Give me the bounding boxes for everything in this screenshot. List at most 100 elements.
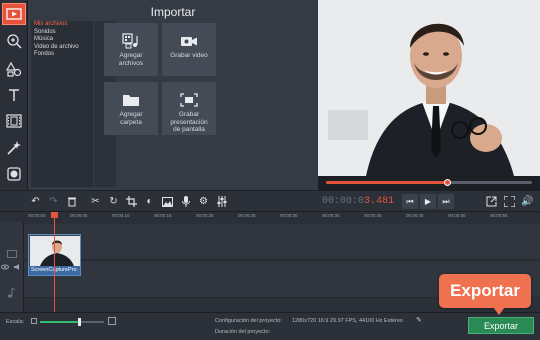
timecode-main: 00:00:0 (322, 196, 365, 207)
fullscreen-button[interactable] (502, 194, 517, 209)
text-tool-button[interactable] (2, 84, 26, 106)
zoom-in-icon[interactable] (108, 317, 116, 325)
export-callout: Exportar (439, 274, 531, 308)
add-files-label: Agregar archivos (118, 52, 144, 67)
text-icon (9, 89, 19, 101)
preview-progress-knob[interactable] (444, 179, 452, 186)
record-screen-label: Grabar presentación de pantalla (170, 111, 208, 133)
preview-player (318, 0, 540, 190)
image-button[interactable] (160, 194, 175, 209)
video-track-icon (7, 250, 17, 258)
gear-icon: ⚙ (199, 196, 208, 207)
timecode-ms: 3.481 (364, 196, 395, 207)
duration-label: Duración del proyecto: (215, 329, 271, 335)
add-files-button[interactable]: Agregar archivos (104, 23, 158, 76)
zoom-slider-knob[interactable] (78, 318, 82, 326)
detach-preview-button[interactable] (484, 194, 499, 209)
fullscreen-icon (504, 196, 515, 207)
category-stock-video[interactable]: Video de archivo (31, 44, 93, 52)
record-audio-button[interactable] (178, 194, 193, 209)
preview-image (318, 0, 540, 176)
config-label: Configuración del proyecto: (215, 318, 282, 324)
ruler-tick: 00:00:30 (280, 213, 298, 218)
screen-record-icon (180, 93, 198, 107)
equalizer-button[interactable] (214, 194, 229, 209)
category-sounds[interactable]: Sonidos (31, 29, 93, 37)
preview-progress-bar[interactable] (326, 179, 532, 186)
ruler-tick: 00:00:50 (448, 213, 466, 218)
video-track[interactable] (24, 224, 540, 260)
volume-button[interactable]: 🔊 (520, 194, 535, 209)
category-backgrounds[interactable]: Fondos (31, 51, 93, 59)
microphone-icon (181, 196, 190, 207)
image-icon (162, 196, 173, 207)
transitions-tool-button[interactable] (2, 110, 26, 132)
export-button[interactable]: Exportar (468, 317, 534, 334)
skip-forward-button[interactable]: ⏭ (438, 194, 454, 209)
redo-button[interactable]: ↷ (46, 194, 61, 209)
equalizer-icon (217, 196, 226, 207)
ruler-tick: 00:00:15 (154, 213, 172, 218)
add-files-icon (122, 33, 138, 49)
import-media-icon (6, 8, 22, 20)
add-folder-button[interactable]: Agregar carpeta (104, 82, 158, 135)
eye-icon[interactable] (1, 264, 9, 270)
cut-button[interactable]: ✂ (88, 194, 103, 209)
category-music[interactable]: Música (31, 36, 93, 44)
crop-icon (126, 196, 137, 207)
ruler-tick: 00:00:10 (112, 213, 130, 218)
wand-sparkle-icon (7, 141, 21, 155)
stickers-tool-button[interactable] (2, 163, 26, 185)
redo-icon: ↷ (49, 196, 58, 207)
ruler-tick: 00:00:35 (322, 213, 340, 218)
category-list: Mis archivos Sonidos Música Video de arc… (31, 21, 93, 187)
timeline-ruler[interactable]: 00:00:00 00:00:05 00:00:10 00:00:15 00:0… (0, 212, 540, 222)
shapes-tool-button[interactable] (2, 58, 26, 80)
record-video-button[interactable]: Grabar video (162, 23, 216, 76)
timecode-display: 00:00:03.481 (322, 196, 394, 207)
undo-icon: ↶ (31, 196, 40, 207)
zoom-slider[interactable] (40, 318, 104, 326)
ruler-tick: 00:00:40 (364, 213, 382, 218)
delete-icon (67, 197, 76, 207)
category-my-files[interactable]: Mis archivos (31, 21, 93, 29)
crop-button[interactable] (124, 194, 139, 209)
clip-thumbnail (30, 236, 80, 266)
edit-config-icon[interactable]: ✎ (416, 316, 422, 324)
export-callout-tail (493, 307, 505, 315)
edit-toolbar: ↶ ↷ ✂ ↻ ◐ ⚙ 00:00:03.481 ⏮ ▶ ⏭ 🔊 (0, 190, 540, 212)
ruler-tick: 00:00:55 (490, 213, 508, 218)
camera-icon (181, 37, 197, 46)
rotate-button[interactable]: ↻ (106, 194, 121, 209)
cut-icon: ✂ (91, 196, 100, 207)
record-screen-button[interactable]: Grabar presentación de pantalla (162, 82, 216, 135)
zoom-slider-fill (40, 321, 80, 323)
preview-progress-fill (326, 181, 448, 184)
settings-button[interactable]: ⚙ (196, 194, 211, 209)
ruler-tick: 00:00:05 (70, 213, 88, 218)
skip-forward-icon: ⏭ (442, 196, 450, 206)
import-tool-button[interactable] (2, 3, 26, 25)
speaker-icon[interactable] (14, 264, 22, 270)
volume-icon: 🔊 (521, 196, 534, 207)
playhead-handle[interactable] (51, 212, 58, 218)
color-adjust-button[interactable]: ◐ (142, 194, 157, 209)
config-value: 1280x720 16:9 29.97 FPS, 44100 Hz Estére… (292, 318, 403, 324)
undo-button[interactable]: ↶ (28, 194, 43, 209)
left-toolbar (0, 0, 28, 190)
ruler-tick: 00:00:25 (238, 213, 256, 218)
magic-wand-icon (7, 34, 22, 49)
detach-icon (486, 196, 497, 207)
filters-tool-button[interactable] (2, 30, 26, 52)
ruler-tick: 00:00:20 (196, 213, 214, 218)
ruler-tick: 00:00:45 (406, 213, 424, 218)
track-header-column (0, 222, 24, 312)
folder-icon (123, 95, 139, 106)
effects-tool-button[interactable] (2, 137, 26, 159)
play-button[interactable]: ▶ (420, 194, 436, 209)
timeline-playhead[interactable] (54, 212, 55, 312)
music-note-icon (7, 288, 15, 298)
zoom-out-icon[interactable] (31, 318, 37, 324)
skip-back-button[interactable]: ⏮ (402, 194, 418, 209)
delete-button[interactable] (64, 194, 79, 209)
